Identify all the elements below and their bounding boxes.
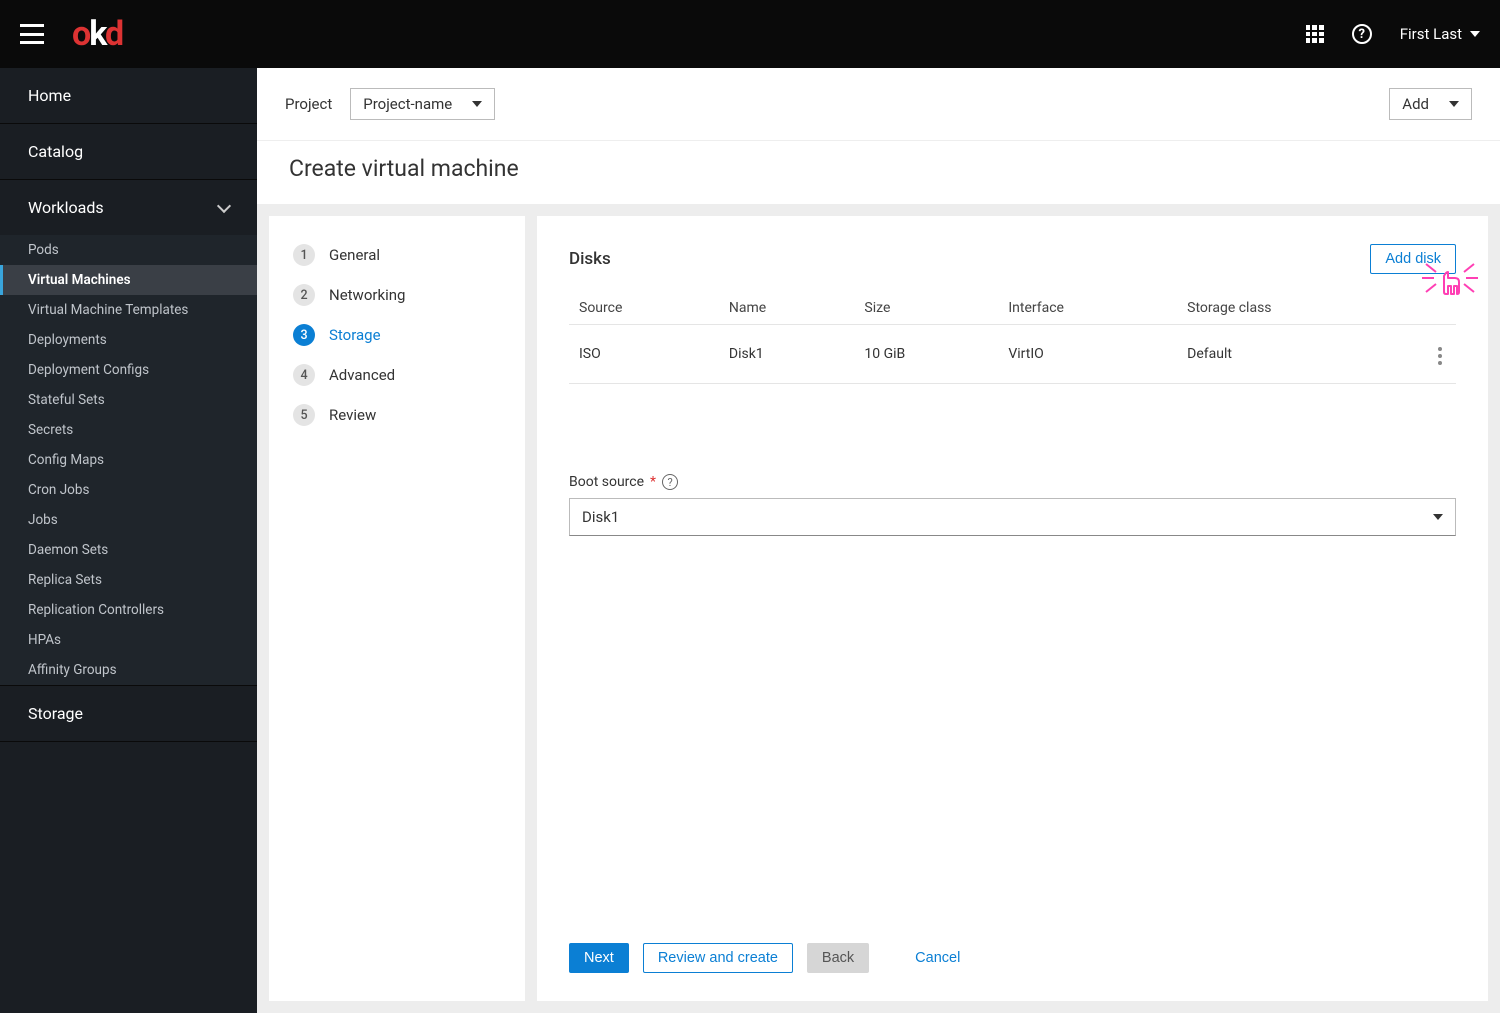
- step-review[interactable]: 5 Review: [293, 404, 501, 426]
- step-number: 3: [293, 324, 315, 346]
- col-source: Source: [569, 292, 719, 325]
- table-row: ISO Disk1 10 GiB VirtIO Default: [569, 325, 1456, 384]
- add-button[interactable]: Add: [1389, 88, 1472, 120]
- logo: okd: [72, 14, 122, 54]
- step-networking[interactable]: 2 Networking: [293, 284, 501, 306]
- menu-toggle-icon[interactable]: [20, 24, 44, 44]
- sidebar: Home Catalog Workloads Pods Virtual Mach…: [0, 68, 257, 1013]
- sidebar-item-workloads[interactable]: Workloads: [0, 180, 257, 235]
- boot-source-label: Boot source * ?: [569, 474, 1456, 490]
- chevron-down-icon: [1470, 31, 1480, 37]
- page-title: Create virtual machine: [257, 141, 1500, 204]
- disks-table: Source Name Size Interface Storage class…: [569, 292, 1456, 384]
- sidebar-item-stateful-sets[interactable]: Stateful Sets: [0, 385, 257, 415]
- step-general[interactable]: 1 General: [293, 244, 501, 266]
- help-icon[interactable]: ?: [1352, 24, 1372, 44]
- project-value: Project-name: [363, 95, 452, 113]
- step-number: 4: [293, 364, 315, 386]
- kebab-menu-icon[interactable]: [1434, 343, 1446, 369]
- user-menu[interactable]: First Last: [1400, 25, 1480, 43]
- sidebar-item-home[interactable]: Home: [0, 68, 257, 123]
- boot-source-value: Disk1: [582, 508, 619, 526]
- sidebar-item-cron-jobs[interactable]: Cron Jobs: [0, 475, 257, 505]
- cancel-button[interactable]: Cancel: [901, 944, 974, 972]
- context-bar: Project Project-name Add: [257, 68, 1500, 141]
- sidebar-item-virtual-machines[interactable]: Virtual Machines: [0, 265, 257, 295]
- sidebar-workloads-group: Pods Virtual Machines Virtual Machine Te…: [0, 235, 257, 685]
- cell-size: 10 GiB: [854, 325, 998, 384]
- sidebar-item-hpas[interactable]: HPAs: [0, 625, 257, 655]
- step-label: Networking: [329, 286, 405, 304]
- project-selector[interactable]: Project-name: [350, 88, 495, 120]
- add-label: Add: [1402, 95, 1429, 113]
- step-number: 2: [293, 284, 315, 306]
- back-button[interactable]: Back: [807, 943, 869, 973]
- chevron-down-icon: [1449, 101, 1459, 107]
- sidebar-item-daemon-sets[interactable]: Daemon Sets: [0, 535, 257, 565]
- sidebar-item-affinity-groups[interactable]: Affinity Groups: [0, 655, 257, 685]
- sidebar-item-config-maps[interactable]: Config Maps: [0, 445, 257, 475]
- sidebar-item-storage[interactable]: Storage: [0, 686, 257, 741]
- sidebar-item-vm-templates[interactable]: Virtual Machine Templates: [0, 295, 257, 325]
- add-disk-button[interactable]: Add disk: [1370, 244, 1456, 274]
- step-storage[interactable]: 3 Storage: [293, 324, 501, 346]
- required-indicator: *: [650, 474, 656, 490]
- disks-heading: Disks: [569, 249, 611, 269]
- col-name: Name: [719, 292, 855, 325]
- step-label: Review: [329, 406, 376, 424]
- user-name: First Last: [1400, 25, 1462, 43]
- cell-storage-class: Default: [1177, 325, 1424, 384]
- cell-source: ISO: [569, 325, 719, 384]
- next-button[interactable]: Next: [569, 943, 629, 973]
- wizard-steps: 1 General 2 Networking 3 Storage 4 Advan…: [269, 216, 525, 1001]
- sidebar-item-catalog[interactable]: Catalog: [0, 124, 257, 179]
- step-number: 1: [293, 244, 315, 266]
- project-label: Project: [285, 95, 332, 113]
- step-number: 5: [293, 404, 315, 426]
- sidebar-item-label: Workloads: [28, 198, 104, 217]
- chevron-down-icon: [217, 198, 231, 212]
- col-storage-class: Storage class: [1177, 292, 1424, 325]
- col-interface: Interface: [998, 292, 1177, 325]
- step-label: Advanced: [329, 366, 395, 384]
- cell-name: Disk1: [719, 325, 855, 384]
- boot-source-select[interactable]: Disk1: [569, 498, 1456, 536]
- app-launcher-icon[interactable]: [1306, 25, 1324, 43]
- col-size: Size: [854, 292, 998, 325]
- sidebar-item-replica-sets[interactable]: Replica Sets: [0, 565, 257, 595]
- chevron-down-icon: [1433, 514, 1443, 520]
- main-content: Project Project-name Add Create virtual …: [257, 68, 1500, 1013]
- sidebar-item-replication-controllers[interactable]: Replication Controllers: [0, 595, 257, 625]
- form-panel: Disks Add disk Source Name Size Interfac…: [537, 216, 1488, 1001]
- sidebar-item-pods[interactable]: Pods: [0, 235, 257, 265]
- help-icon[interactable]: ?: [662, 474, 678, 490]
- sidebar-item-secrets[interactable]: Secrets: [0, 415, 257, 445]
- chevron-down-icon: [472, 101, 482, 107]
- step-label: General: [329, 246, 380, 264]
- step-label: Storage: [329, 326, 381, 344]
- boot-source-text: Boot source: [569, 474, 644, 490]
- review-create-button[interactable]: Review and create: [643, 943, 793, 973]
- sidebar-item-jobs[interactable]: Jobs: [0, 505, 257, 535]
- top-bar: okd ? First Last: [0, 0, 1500, 68]
- sidebar-item-deployment-configs[interactable]: Deployment Configs: [0, 355, 257, 385]
- wizard-footer: Next Review and create Back Cancel: [569, 943, 1456, 973]
- step-advanced[interactable]: 4 Advanced: [293, 364, 501, 386]
- cell-interface: VirtIO: [998, 325, 1177, 384]
- sidebar-item-deployments[interactable]: Deployments: [0, 325, 257, 355]
